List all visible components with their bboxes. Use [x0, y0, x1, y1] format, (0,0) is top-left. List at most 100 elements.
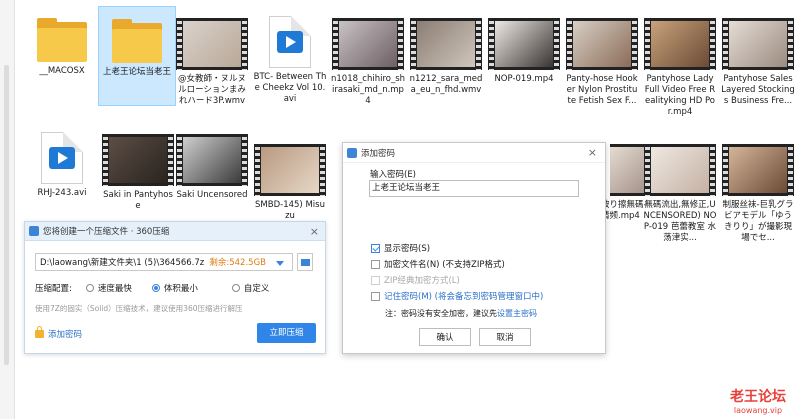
- checkbox-label: 加密文件名(N) (不支持ZIP格式): [384, 260, 505, 270]
- folder-icon: [37, 18, 87, 62]
- file-name: n1018_chihiro_shirasaki_md_n.mp4: [331, 74, 406, 106]
- video-thumb: [254, 144, 326, 196]
- scrollbar-thumb[interactable]: [4, 65, 9, 365]
- file-name: NOP-019.mp4: [494, 74, 554, 84]
- output-path-field[interactable]: D:\laowang\新建文件夹\1 (5)\364566.7z 剩余:542.…: [35, 253, 293, 271]
- file-item-video[interactable]: Pantyhose Sales Layered Stockings Busine…: [720, 6, 796, 107]
- output-path: D:\laowang\新建文件夹\1 (5)\364566.7z: [40, 258, 205, 268]
- file-item-laowang-folder[interactable]: 上老王论坛当老王: [98, 6, 176, 106]
- password-dialog-titlebar[interactable]: 添加密码: [343, 143, 605, 163]
- remember-password-checkbox[interactable]: 记住密码(M) (将会备忘到密码管理窗口中): [371, 290, 543, 302]
- zip-classic-encryption-checkbox[interactable]: ZIP经典加密方式(L): [371, 274, 460, 286]
- file-name: @女教師・ヌルヌルローションまみれハード3P.wmv: [177, 74, 246, 106]
- watermark-title: 老王论坛: [730, 389, 786, 405]
- file-item-video[interactable]: RHJ-243.avi: [24, 122, 100, 199]
- left-scrollbar[interactable]: [0, 0, 15, 419]
- folder-icon: [112, 19, 162, 63]
- file-name: 制服丝袜-巨乳グラビアモデル「ゆうきりり」が撮影現場でセ...: [722, 200, 794, 243]
- file-item-video[interactable]: n1018_chihiro_shirasaki_md_n.mp4: [330, 6, 406, 107]
- file-name: 無碼流出,無修正,UNCENSORED) NOP-019 芭蕾教室 水荡津实..…: [643, 200, 717, 243]
- lock-icon: [35, 326, 44, 338]
- close-icon[interactable]: ×: [310, 225, 319, 238]
- file-name: BTC- Between The Cheekz Vol 10.avi: [253, 72, 327, 104]
- watermark-url: laowang.vip: [733, 406, 783, 415]
- checkbox-label: 记住密码(M) (将会备忘到密码管理窗口中): [384, 292, 544, 302]
- chevron-down-icon[interactable]: [276, 261, 284, 266]
- solid-compress-hint: 使用7Z的固实（Solid）压缩技术，建议使用360压缩进行解压: [35, 304, 243, 313]
- video-thumb: [644, 144, 716, 196]
- dialog-title: 添加密码: [361, 148, 396, 159]
- add-password-label: 添加密码: [48, 330, 83, 340]
- checkbox-label: 显示密码(S): [384, 244, 431, 254]
- note-text: 注：密码没有安全加密，建议先: [385, 309, 497, 318]
- file-name: Pantyhose Lady Full Video Free Realityki…: [644, 74, 716, 117]
- video-thumb: [176, 134, 248, 186]
- radio-icon: [85, 284, 94, 292]
- compress-dialog: 您将创建一个压缩文件 · 360压缩 × D:\laowang\新建文件夹\1 …: [24, 221, 326, 354]
- cancel-button[interactable]: 取消: [479, 328, 531, 346]
- file-name: 上老王论坛当老王: [102, 67, 171, 77]
- video-thumb: [410, 18, 482, 70]
- add-password-link[interactable]: 添加密码: [35, 326, 83, 340]
- file-name: Saki Uncensored: [176, 190, 248, 200]
- file-name: RHJ-243.avi: [37, 188, 87, 198]
- app-icon: [29, 226, 39, 236]
- file-name: n1212_sara_meda_eu_n_fhd.wmv: [409, 74, 483, 95]
- dialog-title: 您将创建一个压缩文件 · 360压缩: [43, 227, 170, 237]
- compress-now-button[interactable]: 立即压缩: [257, 323, 316, 343]
- compress-dialog-titlebar[interactable]: 您将创建一个压缩文件 · 360压缩: [25, 222, 325, 241]
- file-name: SMBD-145) Misuzu: [255, 200, 325, 221]
- video-file-icon: [269, 16, 311, 68]
- video-file-icon: [41, 132, 83, 184]
- video-thumb: [644, 18, 716, 70]
- video-thumb: [102, 134, 174, 186]
- radio-custom[interactable]: 自定义: [231, 282, 270, 294]
- add-password-dialog: 添加密码 × 输入密码(E) 上老王论坛当老王 显示密码(S) 加密文件名(N)…: [342, 142, 606, 354]
- video-thumb: [566, 18, 638, 70]
- file-item-video[interactable]: Saki in Pantyhose: [100, 130, 176, 212]
- video-thumb: [488, 18, 560, 70]
- checkbox-icon: [371, 275, 380, 285]
- radio-label: 速度最快: [97, 284, 132, 294]
- checkbox-label: ZIP经典加密方式(L): [384, 276, 460, 286]
- encrypt-filenames-checkbox[interactable]: 加密文件名(N) (不支持ZIP格式): [371, 258, 505, 270]
- password-input-label: 输入密码(E): [370, 170, 417, 180]
- video-thumb: [332, 18, 404, 70]
- password-note: 注：密码没有安全加密，建议先设置主密码: [385, 308, 537, 319]
- app-icon: [347, 147, 357, 158]
- file-item-video[interactable]: NOP-019.mp4: [486, 6, 562, 85]
- checkbox-icon: [371, 243, 380, 253]
- file-item-video[interactable]: n1212_sara_meda_eu_n_fhd.wmv: [408, 6, 484, 96]
- ok-button[interactable]: 确认: [419, 328, 471, 346]
- video-thumb: [722, 144, 794, 196]
- video-thumb: [176, 18, 248, 70]
- show-password-checkbox[interactable]: 显示密码(S): [371, 242, 430, 254]
- file-name: Saki in Pantyhose: [103, 190, 173, 211]
- file-item-video[interactable]: 制服丝袜-巨乳グラビアモデル「ゆうきりり」が撮影現場でセ...: [720, 140, 796, 244]
- file-item-video[interactable]: Pantyhose Lady Full Video Free Realityki…: [642, 6, 718, 118]
- radio-label: 体积最小: [163, 284, 198, 294]
- password-input[interactable]: 上老王论坛当老王: [369, 180, 579, 197]
- radio-fastest[interactable]: 速度最快: [85, 282, 132, 294]
- video-thumb: [722, 18, 794, 70]
- set-master-password-link[interactable]: 设置主密码: [497, 309, 537, 318]
- free-space-label: 剩余:542.5GB: [209, 258, 266, 268]
- browse-folder-button[interactable]: [297, 253, 313, 271]
- config-label: 压缩配置:: [35, 284, 72, 294]
- file-item-macosx[interactable]: __MACOSX: [24, 6, 100, 96]
- radio-icon: [231, 284, 240, 292]
- file-name: Pantyhose Sales Layered Stockings Busine…: [721, 74, 795, 106]
- radio-smallest[interactable]: 体积最小: [151, 282, 198, 294]
- file-item-video[interactable]: Saki Uncensored: [174, 130, 250, 201]
- file-item-video[interactable]: @女教師・ヌルヌルローションまみれハード3P.wmv: [174, 6, 250, 107]
- file-item-video[interactable]: BTC- Between The Cheekz Vol 10.avi: [252, 6, 328, 105]
- close-icon[interactable]: ×: [588, 146, 597, 159]
- file-name: __MACOSX: [39, 66, 85, 76]
- file-name: Panty-hose Hooker Nylon Prostitute Fetis…: [566, 74, 638, 106]
- file-item-video[interactable]: SMBD-145) Misuzu: [252, 140, 328, 222]
- watermark-logo: 老王论坛 laowang.vip: [730, 386, 786, 415]
- compress-config-row: 压缩配置: 速度最快 体积最小 自定义: [35, 282, 325, 294]
- radio-label: 自定义: [243, 284, 270, 294]
- file-item-video[interactable]: 無碼流出,無修正,UNCENSORED) NOP-019 芭蕾教室 水荡津实..…: [642, 140, 718, 244]
- file-item-video[interactable]: Panty-hose Hooker Nylon Prostitute Fetis…: [564, 6, 640, 107]
